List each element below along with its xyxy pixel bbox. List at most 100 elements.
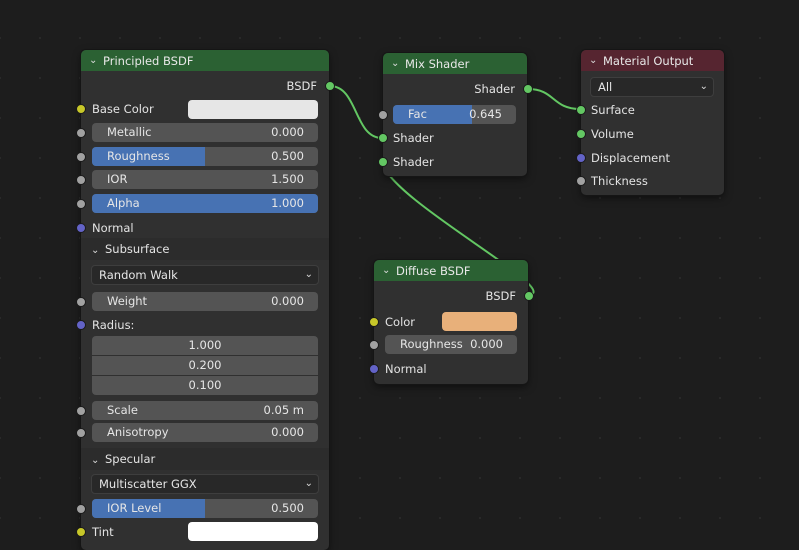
roughness-label: Roughness	[107, 149, 170, 163]
anisotropy-slider[interactable]: Anisotropy 0.000	[92, 423, 318, 442]
specular-panel-header[interactable]: ⌄ Specular	[81, 448, 329, 470]
ior-level-socket[interactable]	[76, 504, 86, 514]
link-mix-to-output	[527, 88, 581, 110]
roughness-slider[interactable]: Roughness 0.500	[92, 147, 318, 166]
specular-title: Specular	[105, 452, 156, 466]
mix-shader-input-1-socket[interactable]	[378, 133, 388, 143]
mix-shader-header[interactable]: ⌄ Mix Shader	[383, 53, 527, 74]
mix-output-label: Shader	[474, 82, 515, 96]
roughness-socket[interactable]	[76, 152, 86, 162]
mix-shader-input-1-label: Shader	[393, 131, 434, 145]
mix-shader-input-2-socket[interactable]	[378, 157, 388, 167]
chevron-down-icon[interactable]: ⌄	[391, 58, 405, 69]
fac-label: Fac	[408, 107, 427, 121]
fac-slider[interactable]: Fac 0.645	[393, 105, 516, 124]
chevron-down-icon[interactable]: ⌄	[382, 265, 396, 276]
tint-swatch[interactable]	[188, 522, 318, 541]
material-output-node[interactable]: ⌄ Material Output All ⌄ Surface Volume D…	[576, 50, 724, 195]
base-color-swatch[interactable]	[188, 100, 318, 119]
diffuse-bsdf-header[interactable]: ⌄ Diffuse BSDF	[374, 260, 528, 281]
diffuse-roughness-value: 0.000	[470, 337, 503, 351]
weight-value: 0.000	[271, 294, 304, 308]
mix-shader-input-2-label: Shader	[393, 155, 434, 169]
tint-socket[interactable]	[76, 527, 86, 537]
metallic-slider[interactable]: Metallic 0.000	[92, 123, 318, 142]
thickness-socket[interactable]	[576, 176, 586, 186]
normal-label: Normal	[92, 221, 134, 235]
radius-x-value: 1.000	[188, 338, 222, 352]
chevron-down-icon: ⌄	[304, 478, 313, 489]
anisotropy-value: 0.000	[271, 425, 304, 439]
specular-distribution-value: Multiscatter GGX	[99, 477, 197, 491]
alpha-slider[interactable]: Alpha 1.000	[92, 194, 318, 213]
ior-value: 1.500	[271, 172, 304, 186]
diffuse-bsdf-node[interactable]: ⌄ Diffuse BSDF BSDF Color Roughness 0.00…	[369, 260, 534, 384]
diffuse-normal-label: Normal	[385, 362, 427, 376]
metallic-socket[interactable]	[76, 128, 86, 138]
specular-distribution-select[interactable]: Multiscatter GGX ⌄	[91, 474, 319, 494]
material-output-header[interactable]: ⌄ Material Output	[581, 50, 724, 71]
chevron-down-icon: ⌄	[699, 81, 708, 92]
subsurface-method-value: Random Walk	[99, 268, 178, 282]
chevron-down-icon[interactable]: ⌄	[589, 55, 603, 66]
surface-socket[interactable]	[576, 105, 586, 115]
link-principled-to-mix	[329, 85, 383, 139]
mix-shader-node[interactable]: ⌄ Mix Shader Shader Fac 0.645 Shader Sha…	[378, 53, 533, 176]
scale-value: 0.05 m	[263, 403, 304, 417]
radius-y-field[interactable]: 0.200	[92, 356, 318, 375]
normal-socket[interactable]	[76, 223, 86, 233]
principled-bsdf-header[interactable]: ⌄ Principled BSDF	[81, 50, 329, 71]
ior-label: IOR	[107, 172, 128, 186]
radius-y-value: 0.200	[188, 358, 222, 372]
alpha-socket[interactable]	[76, 199, 86, 209]
weight-label: Weight	[107, 294, 148, 308]
volume-socket[interactable]	[576, 129, 586, 139]
principled-bsdf-node[interactable]: ⌄ Principled BSDF BSDF Base Color Metall…	[76, 50, 335, 550]
chevron-down-icon: ⌄	[91, 245, 100, 256]
metallic-label: Metallic	[107, 125, 152, 139]
anisotropy-socket[interactable]	[76, 428, 86, 438]
diffuse-color-socket[interactable]	[369, 317, 379, 327]
mix-output-socket[interactable]	[523, 84, 533, 94]
subsurface-method-select[interactable]: Random Walk ⌄	[91, 265, 319, 285]
tint-label: Tint	[92, 525, 114, 539]
fac-socket[interactable]	[378, 110, 388, 120]
anisotropy-label: Anisotropy	[107, 425, 169, 439]
radius-z-field[interactable]: 0.100	[92, 376, 318, 395]
node-title: Mix Shader	[405, 56, 470, 71]
radius-x-field[interactable]: 1.000	[92, 336, 318, 355]
diffuse-roughness-label: Roughness	[400, 337, 463, 351]
base-color-label: Base Color	[92, 102, 154, 116]
diffuse-color-swatch[interactable]	[442, 312, 517, 331]
scale-socket[interactable]	[76, 406, 86, 416]
radius-z-value: 0.100	[188, 378, 222, 392]
subsurface-title: Subsurface	[105, 242, 170, 256]
diffuse-roughness-slider[interactable]: Roughness 0.000	[385, 335, 517, 354]
surface-label: Surface	[591, 103, 635, 117]
subsurface-panel-header[interactable]: ⌄ Subsurface	[81, 238, 329, 260]
node-title: Principled BSDF	[103, 53, 194, 68]
diffuse-normal-socket[interactable]	[369, 364, 379, 374]
ior-level-slider[interactable]: IOR Level 0.500	[92, 499, 318, 518]
node-title: Diffuse BSDF	[396, 263, 471, 278]
metallic-value: 0.000	[271, 125, 304, 139]
output-target-select[interactable]: All ⌄	[590, 77, 714, 97]
diffuse-roughness-socket[interactable]	[369, 340, 379, 350]
base-color-socket[interactable]	[76, 104, 86, 114]
ior-level-label: IOR Level	[107, 501, 162, 515]
ior-slider[interactable]: IOR 1.500	[92, 170, 318, 189]
alpha-value: 1.000	[271, 196, 304, 210]
bsdf-output-socket[interactable]	[325, 81, 335, 91]
diffuse-output-socket[interactable]	[524, 291, 534, 301]
radius-socket[interactable]	[76, 320, 86, 330]
alpha-label: Alpha	[107, 196, 140, 210]
roughness-value: 0.500	[271, 149, 304, 163]
ior-level-value: 0.500	[271, 501, 304, 515]
subsurface-weight-socket[interactable]	[76, 297, 86, 307]
chevron-down-icon[interactable]: ⌄	[89, 55, 103, 66]
subsurface-weight-slider[interactable]: Weight 0.000	[92, 292, 318, 311]
displacement-socket[interactable]	[576, 153, 586, 163]
ior-socket[interactable]	[76, 175, 86, 185]
scale-slider[interactable]: Scale 0.05 m	[92, 401, 318, 420]
fac-value: 0.645	[469, 107, 502, 121]
